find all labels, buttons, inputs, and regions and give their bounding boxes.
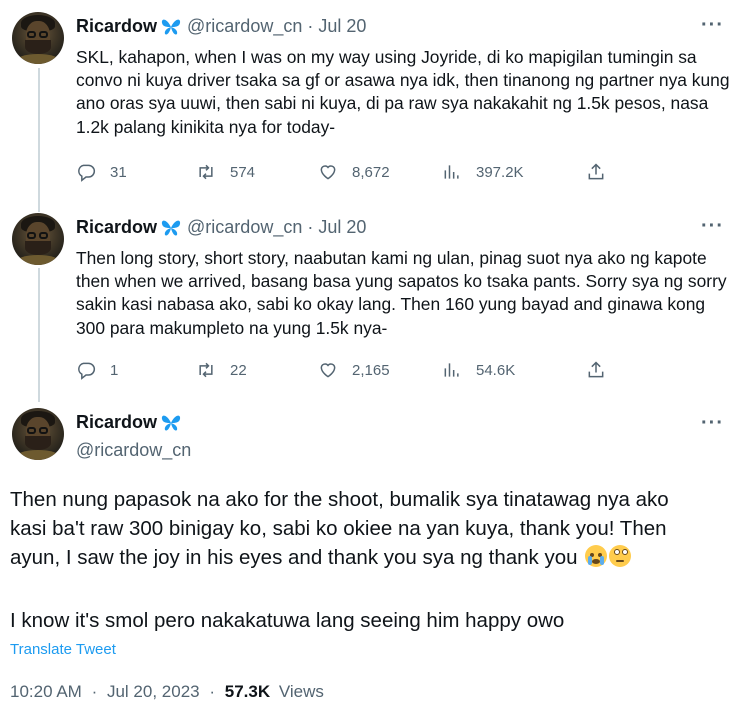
like-button[interactable]: 2,165 [318,360,442,380]
like-button[interactable]: 8,672 [318,162,442,182]
tweet-text: SKL, kahapon, when I was on my way using… [76,47,730,137]
views-count: 54.6K [476,361,516,379]
share-icon [588,361,604,378]
reply-count: 1 [110,361,119,379]
tweet-time[interactable]: 10:20 AM [10,682,82,701]
tweet-text: Then long story, short story, naabutan k… [76,248,727,338]
views-total: 57.3K [224,682,271,701]
separator: · [307,217,314,237]
handle[interactable]: @ricardow_cn [187,16,302,37]
more-icon[interactable]: ··· [701,14,724,37]
handle[interactable]: @ricardow_cn [187,217,302,238]
butterfly-icon [161,18,181,36]
butterfly-icon [161,414,181,432]
share-icon [588,163,604,180]
like-icon [320,363,336,378]
avatar[interactable] [12,408,64,460]
reply-count: 31 [110,163,127,181]
retweet-count: 22 [230,361,247,379]
tweet-full-date[interactable]: Jul 20, 2023 [107,682,200,701]
avatar[interactable] [12,213,64,265]
tweet-date[interactable]: Jul 20 [318,16,366,37]
views-icon [444,165,459,179]
separator: · [209,682,216,701]
views-label: Views [278,682,324,701]
tweet-paragraph: Then nung papasok na ako for the shoot, … [10,488,669,569]
tweet-paragraph: I know it's smol pero nakakatuwa lang se… [10,609,565,632]
views-button[interactable]: 54.6K [442,360,586,380]
retweet-count: 574 [230,163,256,181]
like-count: 8,672 [352,163,390,181]
thread-line [38,268,40,402]
tweet-date[interactable]: Jul 20 [318,217,366,238]
reply-button[interactable]: 31 [76,162,196,182]
separator: · [91,682,98,701]
reply-icon [78,362,96,380]
separator: · [307,16,314,36]
like-count: 2,165 [352,361,390,379]
display-name[interactable]: Ricardow [76,412,157,433]
display-name[interactable]: Ricardow [76,16,157,37]
retweet-button[interactable]: 574 [196,162,318,182]
retweet-icon [199,362,213,378]
views-icon [444,363,459,377]
butterfly-icon [161,219,181,237]
like-icon [320,165,336,180]
retweet-button[interactable]: 22 [196,360,318,380]
tweet-meta: 10:20 AM · Jul 20, 2023 · 57.3K Views [10,682,324,702]
tweet-text: Then nung papasok na ako for the shoot, … [10,485,710,572]
handle[interactable]: @ricardow_cn [76,440,191,461]
thread-line [38,68,40,212]
reply-icon [78,164,96,182]
more-icon[interactable]: ··· [701,412,724,435]
share-button[interactable] [586,360,606,380]
translate-link[interactable]: Translate Tweet [10,641,116,658]
holding-back-tears-icon [609,545,632,567]
display-name[interactable]: Ricardow [76,217,157,238]
views-count: 397.2K [476,163,524,181]
crying-face-icon [585,545,608,567]
views-button[interactable]: 397.2K [442,162,586,182]
reply-button[interactable]: 1 [76,360,196,380]
share-button[interactable] [586,162,606,182]
avatar[interactable] [12,12,64,64]
more-icon[interactable]: ··· [701,215,724,238]
retweet-icon [199,164,213,180]
